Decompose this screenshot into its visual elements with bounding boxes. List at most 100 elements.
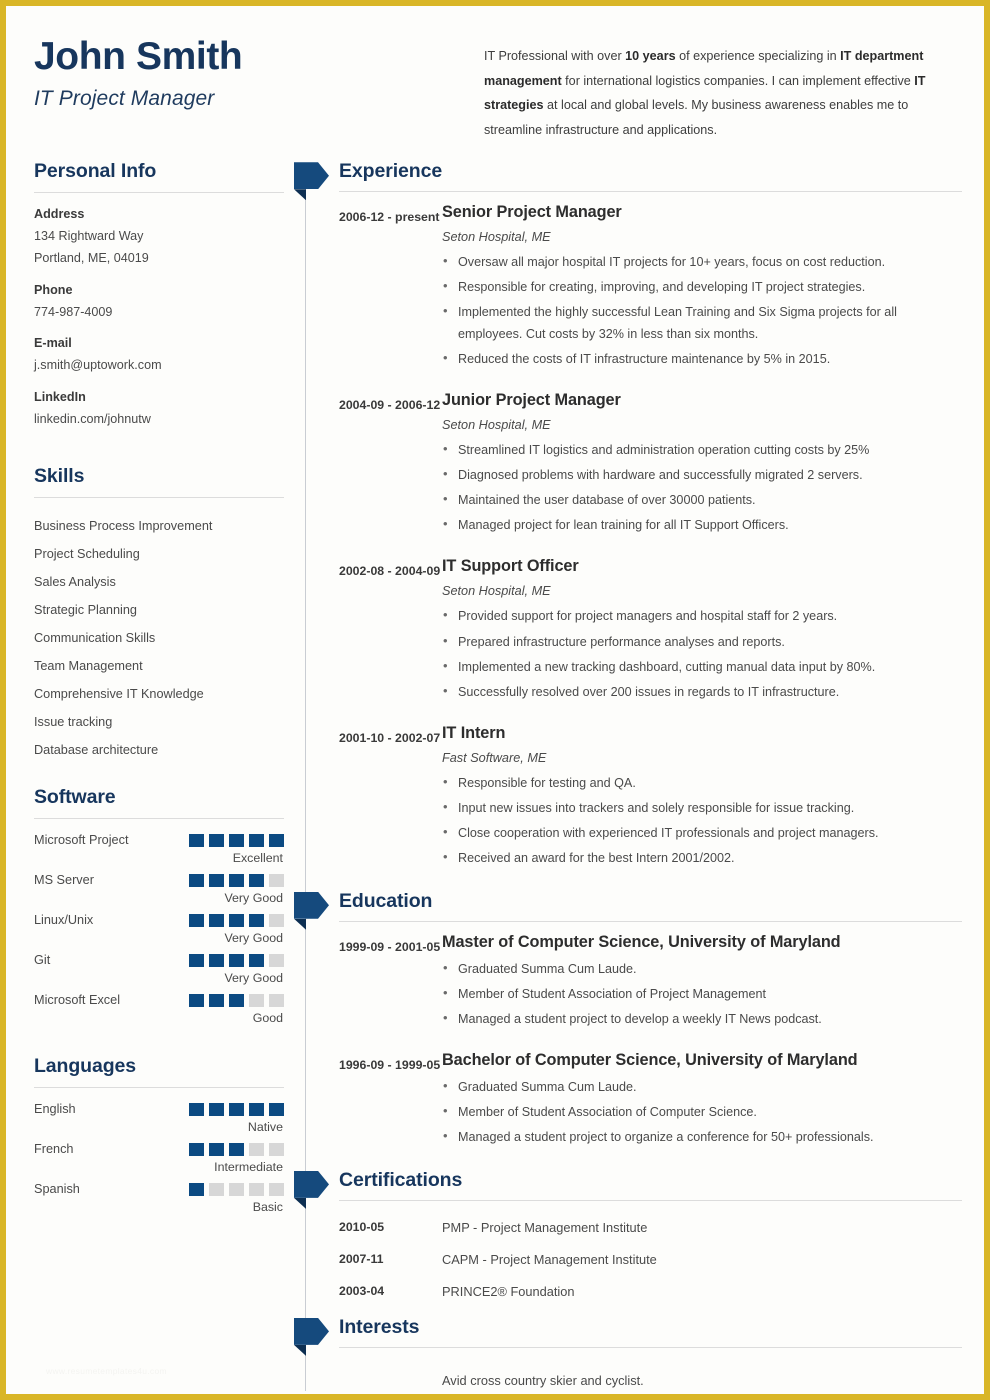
education-entry-list: 1999-09 - 2001-05 Master of Computer Scie… (284, 933, 984, 1151)
entry-bullet-list: Responsible for testing and QA.Input new… (442, 771, 962, 869)
timeline-entry: 2001-10 - 2002-07 IT Intern Fast Software,… (284, 724, 984, 872)
section-languages: Languages English Native French Intermediat… (34, 1055, 284, 1214)
entry-organization: Seton Hospital, ME (442, 584, 551, 599)
entry-date-range: 2006-12 - present (339, 210, 440, 225)
main-content: Experience 2006-12 - present Senior Proje… (284, 160, 984, 1394)
skill-item: Comprehensive IT Knowledge (34, 687, 204, 702)
section-heading-skills: Skills (34, 465, 85, 488)
entry-bullet-list: Graduated Summa Cum Laude.Member of Stud… (442, 1075, 962, 1148)
section-heading-certifications: Certifications (339, 1168, 463, 1191)
rating-row-top: French (34, 1142, 284, 1156)
flag-body (294, 1317, 329, 1345)
flag-ribbon-icon (294, 162, 329, 201)
entry-bullet: Managed project for lean training for al… (442, 513, 962, 536)
watermark: www.resumetemplates4u.com (46, 1366, 167, 1376)
timeline-entry: 2002-08 - 2004-09 IT Support Officer Seton… (284, 557, 984, 705)
rating-level-label: Excellent (232, 851, 283, 866)
rating-square-filled (189, 1182, 204, 1196)
section-divider (339, 191, 962, 193)
flag-ribbon-icon (294, 1317, 329, 1356)
flag-ribbon-icon (294, 891, 329, 930)
page-title: John Smith (34, 35, 243, 78)
entry-body: Bachelor of Computer Science, University… (442, 1051, 962, 1151)
section-experience: Experience 2006-12 - present Senior Proje… (284, 160, 984, 872)
rating-square-filled (249, 953, 264, 967)
resume-header: John Smith IT Project Manager IT Profess… (6, 6, 984, 142)
software-rating-row: Linux/Unix Very Good (34, 913, 284, 945)
rating-square-empty (269, 993, 284, 1007)
flag-body (294, 162, 329, 190)
flag-fold (294, 918, 306, 930)
certification-row: 2003-04 PRINCE2® Foundation (284, 1284, 984, 1299)
rating-item-name: Linux/Unix (34, 913, 94, 928)
rating-square-filled (249, 913, 264, 927)
entry-organization: Fast Software, ME (442, 750, 547, 765)
section-header-row: Interests (284, 1316, 984, 1356)
rating-square-filled (189, 953, 204, 967)
personal-info-block: Address 134 Rightward Way Portland, ME, 04… (34, 207, 284, 269)
entry-body: IT Intern Fast Software, ME Responsible fo… (442, 724, 962, 872)
rating-square-empty (229, 1182, 244, 1196)
sidebar: Personal Info Address 134 Rightward Way Po… (34, 160, 284, 1394)
entry-date-range: 2002-08 - 2004-09 (339, 564, 441, 579)
entry-bullet: Oversaw all major hospital IT projects f… (442, 250, 962, 273)
certification-row: 2007-11 CAPM - Project Management Institu… (284, 1252, 984, 1267)
flag-body (294, 1170, 329, 1198)
flag-fold (294, 1344, 306, 1356)
entry-date-range: 1999-09 - 2001-05 (339, 939, 441, 954)
summary-text-run: IT Professional with over (484, 49, 626, 63)
personal-info-block: Phone 774-987-4009 (34, 283, 284, 324)
skills-list: Business Process Improvement Project Sche… (34, 512, 284, 764)
certification-date: 2007-11 (339, 1251, 384, 1266)
rating-squares (189, 873, 284, 887)
entry-bullet: Member of Student Association of Compute… (442, 1100, 962, 1123)
rating-square-filled (229, 993, 244, 1007)
entry-body: Junior Project Manager Seton Hospital, ME… (442, 391, 962, 539)
rating-square-filled (189, 833, 204, 847)
entry-bullet: Managed a student project to develop a w… (442, 1007, 962, 1030)
rating-square-filled (189, 873, 204, 887)
section-heading-languages: Languages (34, 1055, 137, 1078)
personal-info-label: LinkedIn (34, 389, 86, 404)
section-interests: Interests Avid cross country skier and c… (284, 1316, 984, 1394)
certification-row: 2010-05 PMP - Project Management Institut… (284, 1220, 984, 1235)
entry-bullet: Input new issues into trackers and solel… (442, 796, 962, 819)
personal-info-label: Address (34, 207, 85, 222)
language-rating-row: English Native (34, 1102, 284, 1134)
rating-square-empty (269, 953, 284, 967)
resume-columns: Personal Info Address 134 Rightward Way Po… (6, 160, 984, 1394)
rating-square-empty (269, 873, 284, 887)
section-heading-education: Education (339, 889, 433, 912)
rating-square-empty (249, 993, 264, 1007)
entry-bullet: Maintained the user database of over 300… (442, 488, 962, 511)
rating-level-label: Good (252, 1011, 283, 1026)
experience-entry-list: 2006-12 - present Senior Project Manager S… (284, 203, 984, 872)
entry-body: Master of Computer Science, University o… (442, 933, 962, 1033)
software-rating-row: Microsoft Project Excellent (34, 833, 284, 865)
section-divider (34, 818, 284, 820)
rating-level-label: Very Good (224, 971, 283, 986)
entry-bullet: Streamlined IT logistics and administrat… (442, 438, 962, 461)
rating-item-name: English (34, 1102, 76, 1117)
entry-bullet: Diagnosed problems with hardware and suc… (442, 463, 962, 486)
section-heading-software: Software (34, 786, 116, 809)
skill-item: Issue tracking (34, 715, 113, 730)
section-heading-personal-info: Personal Info (34, 160, 157, 183)
entry-bullet: Successfully resolved over 200 issues in… (442, 680, 962, 703)
timeline-entry: 1996-09 - 1999-05 Bachelor of Computer Sc… (284, 1051, 984, 1151)
entry-bullet: Graduated Summa Cum Laude. (442, 1075, 962, 1098)
language-rating-row: Spanish Basic (34, 1182, 284, 1214)
personal-info-value: 134 Rightward Way (34, 229, 144, 244)
section-divider (339, 1346, 962, 1348)
entry-bullet: Responsible for testing and QA. (442, 771, 962, 794)
entry-bullet: Reduced the costs of IT infrastructure m… (442, 347, 962, 370)
rating-square-filled (229, 1102, 244, 1116)
rating-square-filled (229, 833, 244, 847)
professional-summary: IT Professional with over 10 years of ex… (484, 44, 932, 142)
personal-info-label: E-mail (34, 336, 72, 351)
rating-row-top: Spanish (34, 1182, 284, 1196)
